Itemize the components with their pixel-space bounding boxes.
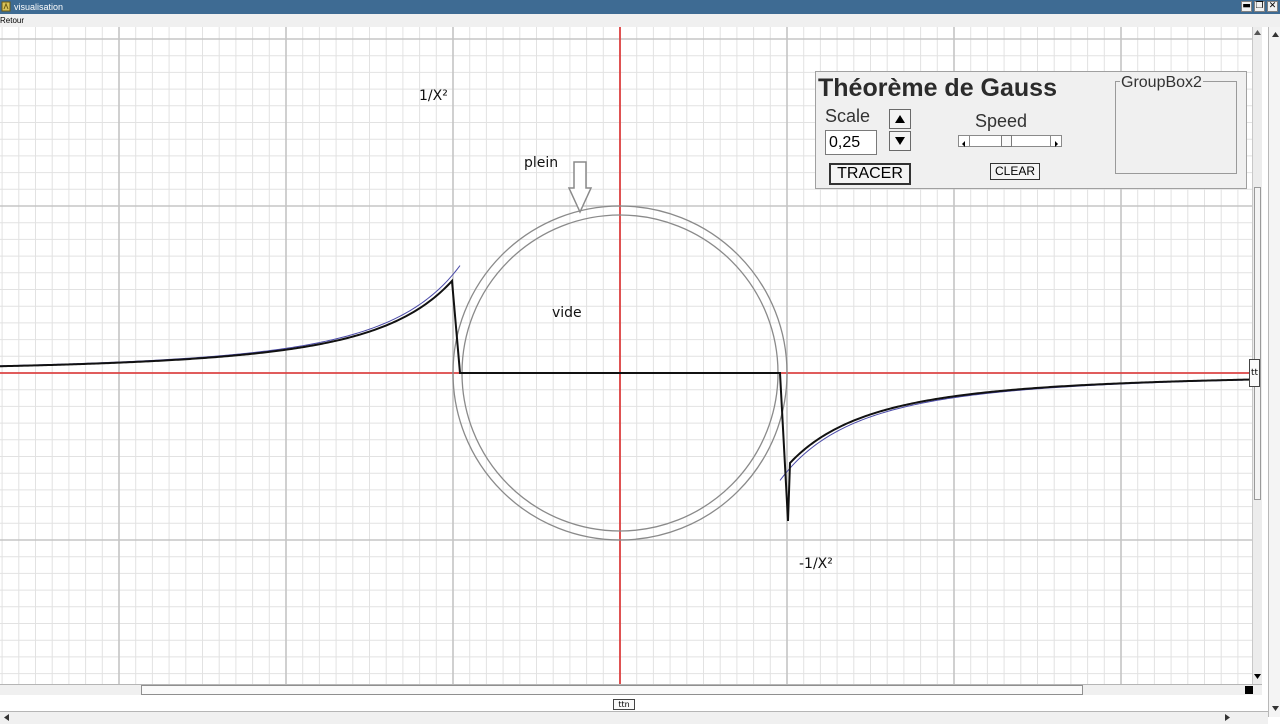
title-bar: visualisation ▬ ❐ ✕ <box>0 0 1280 14</box>
tracer-button[interactable]: TRACER <box>829 163 911 185</box>
slider-left-arrow[interactable] <box>959 136 970 147</box>
menu-bar: Retour <box>0 14 1280 27</box>
window-title: visualisation <box>14 2 64 12</box>
speed-label: Speed <box>975 111 1028 131</box>
bottom-button[interactable]: ttn <box>613 699 635 710</box>
minimize-button[interactable]: ▬ <box>1241 1 1252 12</box>
arrow-right-icon[interactable] <box>1224 714 1231 721</box>
arrow-up-icon[interactable] <box>1254 29 1261 37</box>
window-horizontal-scrollbar[interactable] <box>0 711 1268 724</box>
plot-vertical-scrollbar[interactable] <box>1252 27 1262 684</box>
groupbox-label: GroupBox2 <box>1120 74 1203 92</box>
app-icon <box>1 1 11 12</box>
plot-horizontal-scrollbar[interactable] <box>0 684 1262 695</box>
scale-down-button[interactable] <box>889 131 911 151</box>
window-vertical-scrollbar[interactable] <box>1268 27 1280 717</box>
arrow-down-icon[interactable] <box>1254 672 1261 680</box>
arrow-down-icon <box>895 137 905 145</box>
scrollbar-corner <box>1245 686 1253 694</box>
close-button[interactable]: ✕ <box>1267 1 1278 12</box>
speed-slider-thumb[interactable] <box>1001 135 1012 147</box>
label-neg-inverse-square: -1/X² <box>799 556 833 572</box>
panel-title: Théorème de Gauss <box>818 74 1057 102</box>
slider-right-arrow[interactable] <box>1050 136 1061 147</box>
right-button[interactable]: tt <box>1249 359 1260 387</box>
arrow-down-icon[interactable] <box>1272 705 1279 712</box>
scale-input[interactable] <box>825 130 877 155</box>
scrollbar-thumb[interactable] <box>1254 187 1261 500</box>
scale-up-button[interactable] <box>889 109 911 129</box>
arrow-up-icon[interactable] <box>1272 31 1279 38</box>
speed-slider[interactable] <box>958 135 1062 147</box>
arrow-up-icon <box>895 115 905 123</box>
clear-button[interactable]: CLEAR <box>990 163 1040 180</box>
arrow-left-icon <box>962 141 965 147</box>
neg-inverse-square-curve <box>779 379 1252 481</box>
field-curve <box>0 278 1252 522</box>
groupbox <box>1115 81 1237 174</box>
control-panel: Théorème de Gauss Scale TRACER Speed CLE… <box>815 71 1247 189</box>
label-inverse-square: 1/X² <box>419 88 448 104</box>
arrow-right-icon <box>1055 141 1058 147</box>
arrow-left-icon[interactable] <box>3 714 10 721</box>
label-empty: vide <box>552 305 582 321</box>
restore-button[interactable]: ❐ <box>1254 1 1265 12</box>
scale-label: Scale <box>825 106 871 126</box>
scrollbar-thumb[interactable] <box>141 685 1083 695</box>
label-full: plein <box>524 155 559 171</box>
menu-item-back[interactable]: Retour <box>0 15 24 26</box>
down-arrow-icon <box>567 161 593 214</box>
